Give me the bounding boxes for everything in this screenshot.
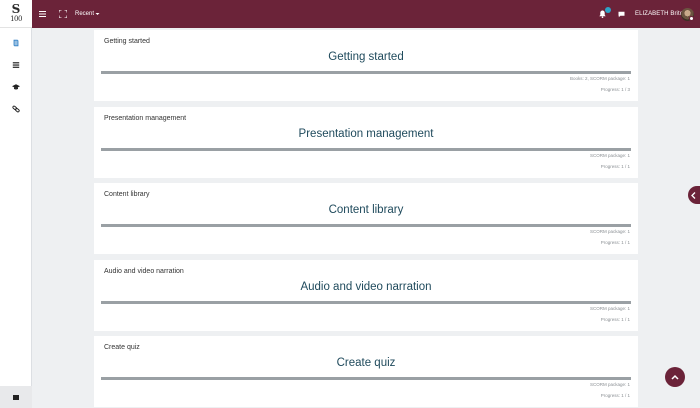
section-activity-count: SCORM package: 1 xyxy=(589,305,630,311)
user-name: ELIZABETH Brito xyxy=(635,11,684,17)
section-label[interactable]: Create quiz xyxy=(104,344,140,351)
recent-dropdown[interactable]: Recent xyxy=(75,0,100,28)
caret-down-icon xyxy=(95,13,100,15)
graduation-cap-icon xyxy=(12,84,20,90)
sidebar-item-list[interactable] xyxy=(0,54,32,76)
section-progress: Progress: 1 / 1 xyxy=(600,316,630,322)
section-progress: Progress: 1 / 1 xyxy=(600,393,630,398)
section-activity-count: SCORM package: 1 xyxy=(589,229,630,234)
status-dot xyxy=(689,16,694,21)
section-card: Audio and video narration Audio and vide… xyxy=(94,259,638,331)
sidebar-footer-button[interactable] xyxy=(0,386,32,408)
sidebar-item-courses[interactable] xyxy=(0,76,32,98)
chat-bubble-icon xyxy=(618,11,625,17)
list-icon xyxy=(12,62,20,68)
section-divider xyxy=(101,224,631,227)
section-progress: Progress: 1 / 1 xyxy=(600,163,630,169)
section-divider xyxy=(101,300,631,304)
notifications-badge xyxy=(605,7,611,13)
section-title: Content library xyxy=(328,204,404,216)
section-progress: Progress: 1 / 3 xyxy=(600,87,630,92)
section-activity-count: Books: 2, SCORM package: 1 xyxy=(569,76,630,81)
chevron-up-icon xyxy=(671,374,679,380)
section-divider xyxy=(101,377,631,380)
section-label[interactable]: Content library xyxy=(104,191,150,198)
logo-bottom: 100 xyxy=(10,15,22,23)
section-card: Create quiz Create quiz SCORM package: 1… xyxy=(94,336,638,407)
square-icon xyxy=(13,394,19,400)
user-menu[interactable]: ELIZABETH Brito xyxy=(635,0,683,28)
sidebar-item-book[interactable] xyxy=(0,32,32,54)
section-title: Presentation management xyxy=(298,127,434,140)
course-sections: Getting started Getting started Books: 2… xyxy=(94,30,638,408)
section-activity-count: SCORM package: 1 xyxy=(589,382,630,387)
link-icon xyxy=(12,105,20,113)
section-card: Content library Content library SCORM pa… xyxy=(94,183,638,254)
book-icon xyxy=(13,39,19,47)
section-label[interactable]: Audio and video narration xyxy=(104,268,184,275)
left-sidebar: S 100 xyxy=(0,0,32,408)
fullscreen-button[interactable] xyxy=(59,0,67,28)
messages-button[interactable] xyxy=(618,0,625,28)
site-logo[interactable]: S 100 xyxy=(0,0,32,28)
back-to-top-button[interactable] xyxy=(665,367,685,387)
notifications-button[interactable] xyxy=(599,0,606,28)
section-label[interactable]: Getting started xyxy=(104,38,150,45)
logo-top: S xyxy=(11,2,21,16)
section-title: Create quiz xyxy=(336,357,396,369)
drawer-toggle-button[interactable] xyxy=(688,186,700,204)
menu-toggle-button[interactable] xyxy=(39,0,46,28)
hamburger-icon xyxy=(39,11,46,17)
section-activity-count: SCORM package: 1 xyxy=(589,152,630,158)
recent-label: Recent xyxy=(75,11,95,17)
section-card: Presentation management Presentation man… xyxy=(94,106,638,178)
section-label[interactable]: Presentation management xyxy=(104,115,186,122)
sidebar-item-link[interactable] xyxy=(0,98,32,120)
section-title: Audio and video narration xyxy=(300,280,432,293)
fullscreen-icon xyxy=(59,10,67,18)
section-title: Getting started xyxy=(328,51,404,63)
section-divider xyxy=(101,71,631,74)
section-card: Getting started Getting started Books: 2… xyxy=(94,30,638,101)
section-divider xyxy=(101,147,631,151)
chevron-left-icon xyxy=(691,191,696,199)
section-progress: Progress: 1 / 1 xyxy=(600,240,630,245)
